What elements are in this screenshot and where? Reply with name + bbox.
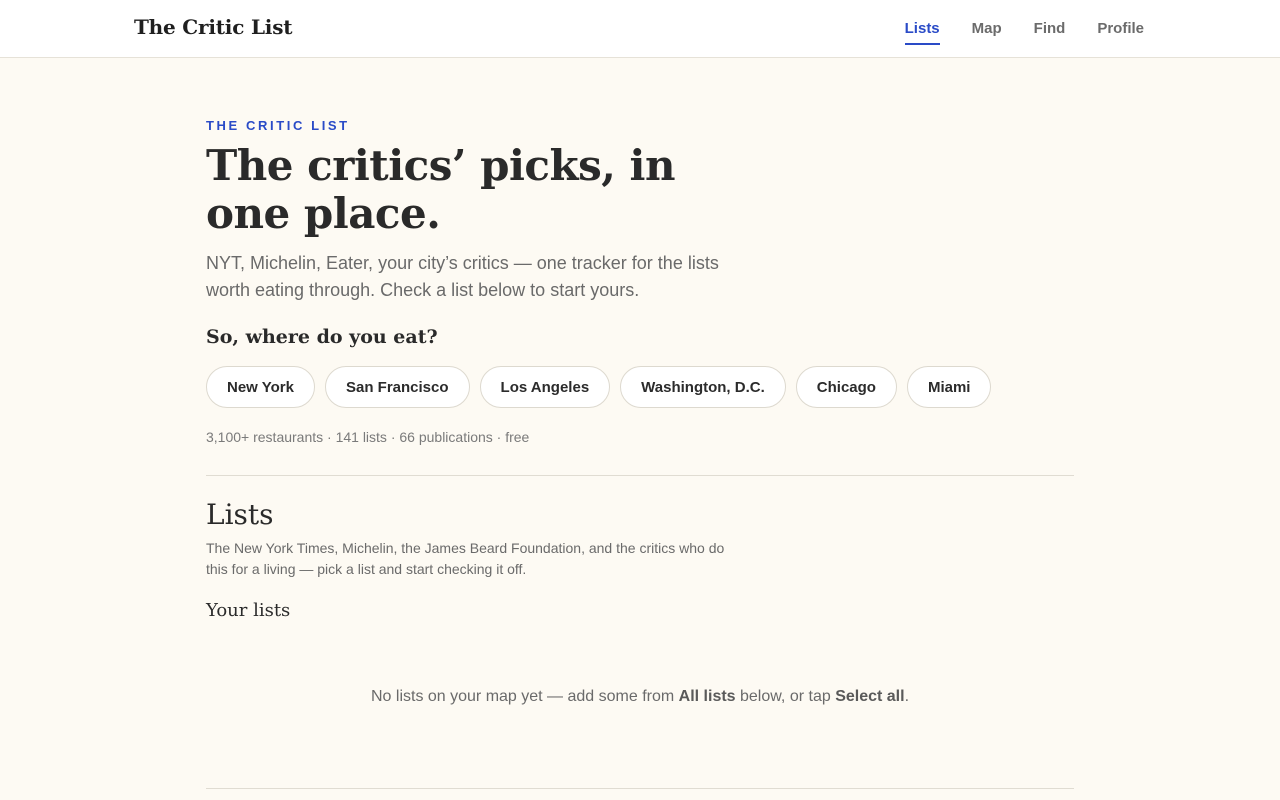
city-picker: New York San Francisco Los Angeles Washi… bbox=[206, 366, 992, 408]
empty-middle: below, or tap bbox=[735, 688, 836, 705]
city-san-francisco-button[interactable]: San Francisco bbox=[324, 366, 470, 408]
site-stats: 3,100+ restaurants · 141 lists · 66 publ… bbox=[206, 429, 530, 445]
city-question: So, where do you eat? bbox=[206, 326, 438, 348]
lists-description: The New York Times, Michelin, the James … bbox=[206, 540, 725, 577]
nav-lists[interactable]: Lists bbox=[904, 19, 940, 45]
brand-logo[interactable]: The Critic List bbox=[134, 15, 293, 39]
lists-heading: Lists bbox=[206, 498, 274, 531]
city-chicago-button[interactable]: Chicago bbox=[795, 366, 897, 408]
top-bar: The Critic List Lists Map Find Profile bbox=[0, 0, 1280, 58]
nav-map[interactable]: Map bbox=[972, 19, 1002, 45]
nav-profile[interactable]: Profile bbox=[1097, 19, 1144, 45]
nav-find[interactable]: Find bbox=[1034, 19, 1066, 45]
city-washington-dc-button[interactable]: Washington, D.C. bbox=[620, 366, 786, 408]
main-nav: Lists Map Find Profile bbox=[904, 19, 1144, 45]
eyebrow-label: THE CRITIC LIST bbox=[206, 118, 350, 133]
city-los-angeles-button[interactable]: Los Angeles bbox=[479, 366, 611, 408]
section-divider-bottom bbox=[206, 788, 1074, 789]
select-all-link[interactable]: Select all bbox=[835, 688, 904, 705]
page-title: The critics’ picks, in one place. bbox=[206, 141, 676, 238]
intro-text: NYT, Michelin, Eater, your city’s critic… bbox=[206, 253, 719, 300]
city-new-york-button[interactable]: New York bbox=[206, 366, 315, 408]
your-lists-heading: Your lists bbox=[206, 600, 291, 621]
city-miami-button[interactable]: Miami bbox=[906, 366, 992, 408]
all-lists-link[interactable]: All lists bbox=[679, 688, 736, 705]
empty-prefix: No lists on your map yet — add some from bbox=[370, 688, 679, 705]
section-divider bbox=[206, 475, 1074, 476]
empty-suffix: . bbox=[904, 688, 910, 705]
empty-lists-message: No lists on your map yet — add some from… bbox=[206, 688, 1074, 706]
